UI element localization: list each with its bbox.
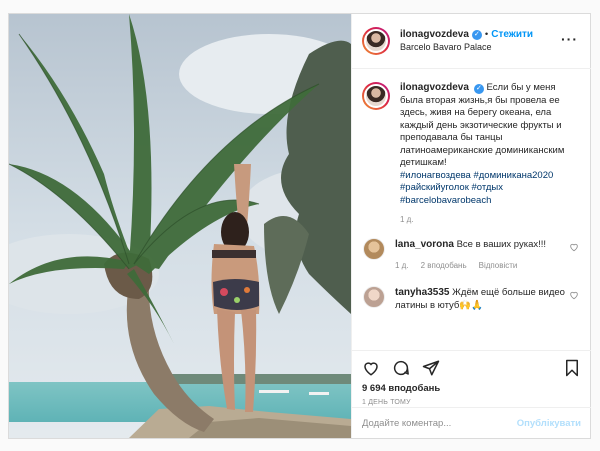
caption-text: Если бы у меня была вторая жизнь,я бы пр…: [400, 82, 565, 168]
comment-text: Все в ваших руках!!!: [456, 239, 547, 250]
likes-count[interactable]: 9 694 вподобань: [362, 383, 581, 394]
caption-hashtags-2[interactable]: #райскийуголок #отдых: [400, 182, 503, 193]
post-side-panel: ilonagvozdeva ✓ • Стежити Barcelo Bavaro…: [351, 14, 591, 438]
add-comment-bar: Опублікувати: [352, 407, 591, 438]
comment-username[interactable]: lana_vorona: [395, 239, 454, 250]
comment-item: tanyha3535 Ждём ещё больше видео латины …: [362, 286, 581, 312]
reply-button[interactable]: Відповісти: [479, 259, 518, 272]
post-caption: ilonagvozdeva ✓ Если бы у меня была втора…: [362, 82, 581, 207]
caption-username[interactable]: ilonagvozdeva: [400, 82, 469, 93]
post-date: 1 день тому: [362, 399, 411, 406]
separator-dot: •: [484, 29, 489, 40]
more-options-icon[interactable]: ···: [561, 32, 578, 46]
caption-age: 1 д.: [400, 215, 414, 224]
heart-icon[interactable]: [569, 290, 579, 300]
commenter-avatar[interactable]: [363, 238, 385, 260]
caption-hashtags-3[interactable]: #barcelobavarobeach: [400, 195, 491, 206]
post-header: ilonagvozdeva ✓ • Стежити Barcelo Bavaro…: [352, 14, 591, 69]
post-modal: ilonagvozdeva ✓ • Стежити Barcelo Bavaro…: [8, 13, 591, 439]
caption-avatar[interactable]: [362, 82, 390, 110]
heart-icon[interactable]: [362, 359, 380, 377]
heart-icon[interactable]: [569, 242, 579, 252]
bookmark-icon[interactable]: [563, 359, 581, 377]
comment-input[interactable]: [362, 417, 517, 429]
follow-button[interactable]: Стежити: [491, 28, 533, 41]
publish-button[interactable]: Опублікувати: [517, 418, 581, 429]
post-photo[interactable]: [9, 14, 351, 438]
commenter-avatar[interactable]: [363, 286, 385, 308]
author-avatar[interactable]: [362, 27, 390, 55]
comment-icon[interactable]: [392, 359, 410, 377]
share-icon[interactable]: [422, 359, 440, 377]
verified-badge-icon: ✓: [471, 29, 482, 40]
verified-badge-icon: ✓: [473, 84, 484, 94]
caption-hashtags-1[interactable]: #илонагвоздева #доминикана2020: [400, 170, 553, 181]
comment-age: 1 д.: [395, 261, 409, 270]
beach-palm-photo: [9, 14, 351, 438]
comment-likes[interactable]: 2 вподобань: [421, 259, 467, 272]
post-location[interactable]: Barcelo Bavaro Palace: [400, 41, 533, 54]
comment-username[interactable]: tanyha3535: [395, 287, 449, 298]
comments-list[interactable]: ilonagvozdeva ✓ Если бы у меня была втора…: [352, 70, 591, 350]
comment-item: lana_vorona Все в ваших руках!!! 1 д. 2 …: [362, 238, 581, 272]
author-username[interactable]: ilonagvozdeva: [400, 28, 469, 41]
